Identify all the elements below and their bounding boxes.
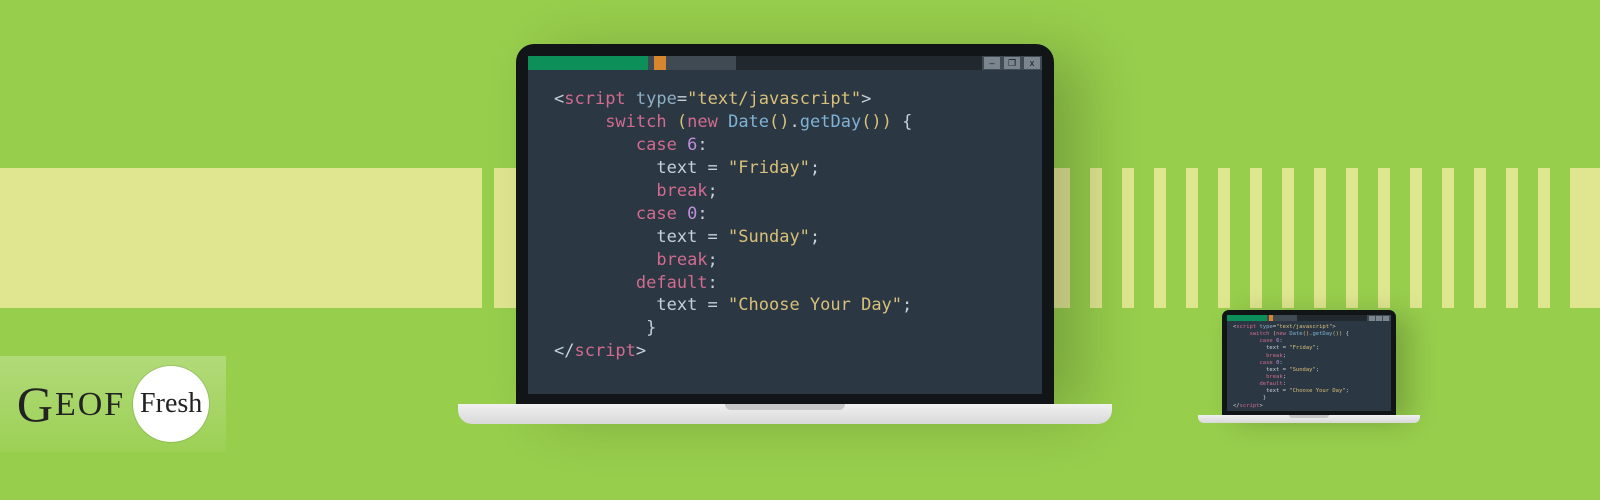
maximize-button[interactable] — [1376, 316, 1382, 321]
editor-small-titlebar — [1227, 315, 1391, 321]
code-token: break — [656, 250, 707, 270]
brand-logo: GEOF Fresh — [0, 356, 226, 452]
code-token: getDay — [800, 112, 861, 132]
status-segment-orange — [654, 56, 666, 70]
laptop-bezel: – ❐ x <script type="text/javascript"> sw… — [516, 44, 1054, 406]
close-button[interactable] — [1383, 316, 1389, 321]
code-token: script — [564, 89, 625, 109]
code-token: ; — [902, 295, 912, 315]
code-token: . — [790, 112, 800, 132]
code-token: ( — [677, 112, 687, 132]
maximize-button[interactable]: ❐ — [1004, 57, 1020, 69]
code-token: } — [646, 318, 656, 338]
code-token: { — [892, 112, 912, 132]
code-token: = — [697, 227, 728, 247]
status-segment-orange — [1269, 315, 1273, 321]
code-indent — [554, 112, 605, 132]
code-token: > — [636, 341, 646, 361]
status-segment-green — [528, 56, 648, 70]
code-token: > — [861, 89, 871, 109]
code-token: ()) — [861, 112, 892, 132]
code-token: text — [656, 227, 697, 247]
code-editor-content: <script type="text/javascript"> switch (… — [528, 74, 1042, 363]
code-indent — [554, 181, 656, 201]
code-token: : — [697, 135, 707, 155]
code-token: () — [769, 112, 789, 132]
titlebar-fill — [1297, 315, 1367, 321]
minimize-button[interactable] — [1369, 316, 1375, 321]
editor-small-screen: <script type="text/javascript"> switch (… — [1227, 315, 1391, 411]
titlebar-fill — [736, 56, 982, 70]
close-button[interactable]: x — [1024, 57, 1040, 69]
code-token: 0 — [687, 204, 697, 224]
laptop-small: <script type="text/javascript"> switch (… — [1198, 310, 1420, 423]
code-token: script — [574, 341, 635, 361]
code-token: new — [687, 112, 718, 132]
code-token: : — [708, 273, 718, 293]
code-token: < — [554, 89, 564, 109]
code-token: "text/javascript" — [687, 89, 861, 109]
editor-screen: – ❐ x <script type="text/javascript"> sw… — [528, 56, 1042, 394]
code-indent — [554, 318, 646, 338]
laptop-base — [458, 404, 1112, 424]
code-editor-small-content: <script type="text/javascript"> switch (… — [1227, 321, 1391, 410]
code-token: ; — [708, 250, 718, 270]
code-indent — [554, 204, 636, 224]
code-token: break — [656, 181, 707, 201]
code-token: switch — [605, 112, 666, 132]
logo-text-geof: GEOF — [17, 375, 125, 433]
code-token: ; — [810, 227, 820, 247]
code-token: ; — [708, 181, 718, 201]
code-token: = — [697, 295, 728, 315]
code-token: ; — [810, 158, 820, 178]
code-indent — [554, 295, 656, 315]
code-indent — [554, 273, 636, 293]
code-token: 6 — [687, 135, 697, 155]
code-token: "Sunday" — [728, 227, 810, 247]
code-token: = — [677, 89, 687, 109]
code-token: "Choose Your Day" — [728, 295, 902, 315]
background-stripes — [1070, 168, 1600, 308]
minimize-button[interactable]: – — [984, 57, 1000, 69]
code-indent — [554, 227, 656, 247]
code-indent — [554, 158, 656, 178]
editor-titlebar: – ❐ x — [528, 56, 1042, 70]
code-token: Date — [728, 112, 769, 132]
code-token: default — [636, 273, 708, 293]
code-token: case — [636, 204, 677, 224]
code-token: "Friday" — [728, 158, 810, 178]
code-token: text — [656, 158, 697, 178]
laptop-small-bezel: <script type="text/javascript"> switch (… — [1222, 310, 1396, 416]
code-token: : — [697, 204, 707, 224]
code-token: </ — [554, 341, 574, 361]
code-token: = — [697, 158, 728, 178]
code-indent — [554, 250, 656, 270]
code-token: case — [636, 135, 677, 155]
code-token: text — [656, 295, 697, 315]
laptop-large: – ❐ x <script type="text/javascript"> sw… — [458, 44, 1112, 424]
logo-badge-fresh: Fresh — [133, 366, 209, 442]
code-indent — [554, 135, 636, 155]
laptop-small-base — [1198, 415, 1420, 423]
status-segment-green — [1227, 315, 1267, 321]
code-token: type — [636, 89, 677, 109]
